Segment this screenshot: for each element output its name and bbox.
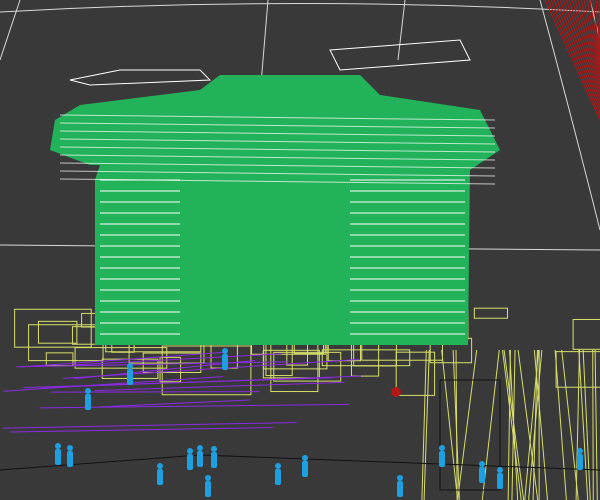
person-body [497,473,503,489]
person-body [55,449,61,465]
red-wireframe [544,0,600,121]
person-body [439,451,445,467]
person-head [67,445,73,451]
building-tower [50,39,500,345]
person-body [197,451,203,467]
podium-wire [423,349,430,500]
person-body [302,461,308,477]
red-marker [391,387,401,397]
person-head [439,445,445,451]
podium-wire [592,349,594,500]
person-body [222,354,228,370]
person-body [577,454,583,470]
podium-wire [14,308,92,348]
person-body [187,454,193,470]
podium-wire [524,349,540,500]
person-head [85,388,91,394]
purple-wire [50,391,260,393]
person-head [55,443,61,449]
person-head [187,448,193,454]
person-head [222,348,228,354]
person-head [211,446,217,452]
person-body [479,467,485,483]
person-head [127,363,133,369]
podium-wire [561,349,579,500]
podium-wire [473,307,508,319]
person-head [205,475,211,481]
podium-wire [502,349,522,500]
podium-wire [575,349,580,500]
purple-wire [10,427,273,433]
person-body [127,369,133,385]
podium-wire [572,318,600,350]
3d-viewport[interactable] [0,0,600,500]
person-body [397,481,403,497]
purple-wire [2,422,297,429]
podium-wire [28,324,104,362]
person-body [205,481,211,497]
person-body [275,469,281,485]
podium-wire [457,349,478,500]
person-head [275,463,281,469]
person-head [397,475,403,481]
podium-wire [594,349,598,500]
person-body [67,451,73,467]
person-body [211,452,217,468]
podium-wire [554,349,567,500]
person-head [157,463,163,469]
podium-wire [421,349,427,500]
person-head [197,445,203,451]
person-body [85,394,91,410]
person-body [157,469,163,485]
wireframe-scene[interactable] [0,0,600,500]
person-head [577,448,583,454]
person-head [479,461,485,467]
podium-wire [441,349,459,500]
person-head [497,467,503,473]
person-head [302,455,308,461]
podium-wire [507,349,511,500]
